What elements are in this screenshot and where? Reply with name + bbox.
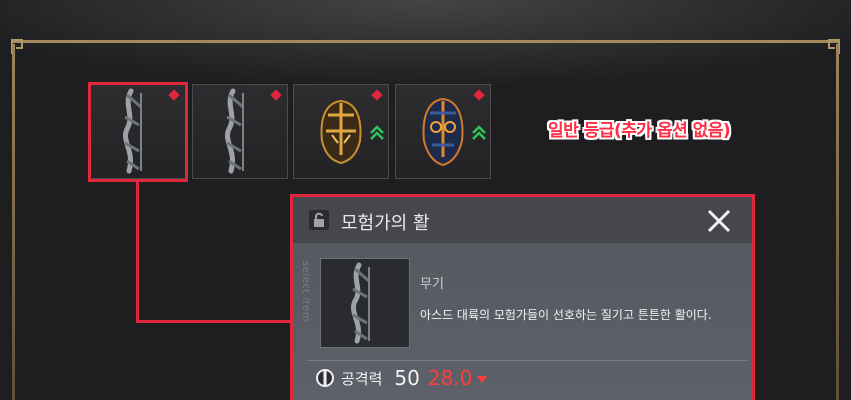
close-button[interactable] [705, 207, 733, 235]
annotation-connector-horizontal [136, 320, 293, 323]
selected-slot-highlight [88, 82, 188, 182]
upgrade-arrow-icon [472, 125, 486, 140]
grade-annotation-label: 일반 등급(추가 옵션 없음) [548, 121, 731, 141]
item-tooltip: 모험가의 활 select item 무기 아스드 대륙의 모험가들이 선호하는… [290, 194, 755, 400]
window-frame-left [12, 44, 15, 400]
tooltip-title: 모험가의 활 [341, 213, 430, 234]
attack-icon [316, 369, 334, 387]
select-item-side-label: select item [300, 261, 311, 322]
upgrade-arrow-icon [370, 125, 384, 140]
item-description: 아스드 대륙의 모험가들이 선호하는 질기고 튼튼한 활이다. [420, 308, 712, 322]
bow-icon [225, 88, 244, 174]
item-category: 무기 [420, 277, 444, 292]
tooltip-body: select item 무기 아스드 대륙의 모험가들이 선호하는 질기고 튼튼… [293, 243, 752, 400]
bow-icon [351, 262, 370, 344]
stat-diff-value: 28.0 [427, 366, 473, 390]
inventory-slot-bow-2[interactable] [192, 84, 288, 179]
tooltip-header: 모험가의 활 [293, 197, 752, 243]
inventory-slot-blue-helmet[interactable] [395, 84, 491, 179]
unlock-icon [314, 212, 324, 227]
stat-base-value: 50 [394, 366, 420, 390]
window-frame-top [12, 40, 839, 43]
decrease-arrow-icon [477, 375, 488, 383]
window-frame-right [836, 44, 839, 400]
item-thumbnail [320, 258, 410, 348]
lock-button[interactable] [309, 210, 329, 230]
annotation-connector-vertical [136, 181, 139, 323]
divider [307, 360, 747, 361]
stat-label: 공격력 [341, 369, 383, 388]
stat-row-attack: 공격력 50 28.0 [315, 365, 488, 391]
close-icon [707, 209, 731, 233]
inventory-slot-gold-helmet[interactable] [293, 84, 389, 179]
